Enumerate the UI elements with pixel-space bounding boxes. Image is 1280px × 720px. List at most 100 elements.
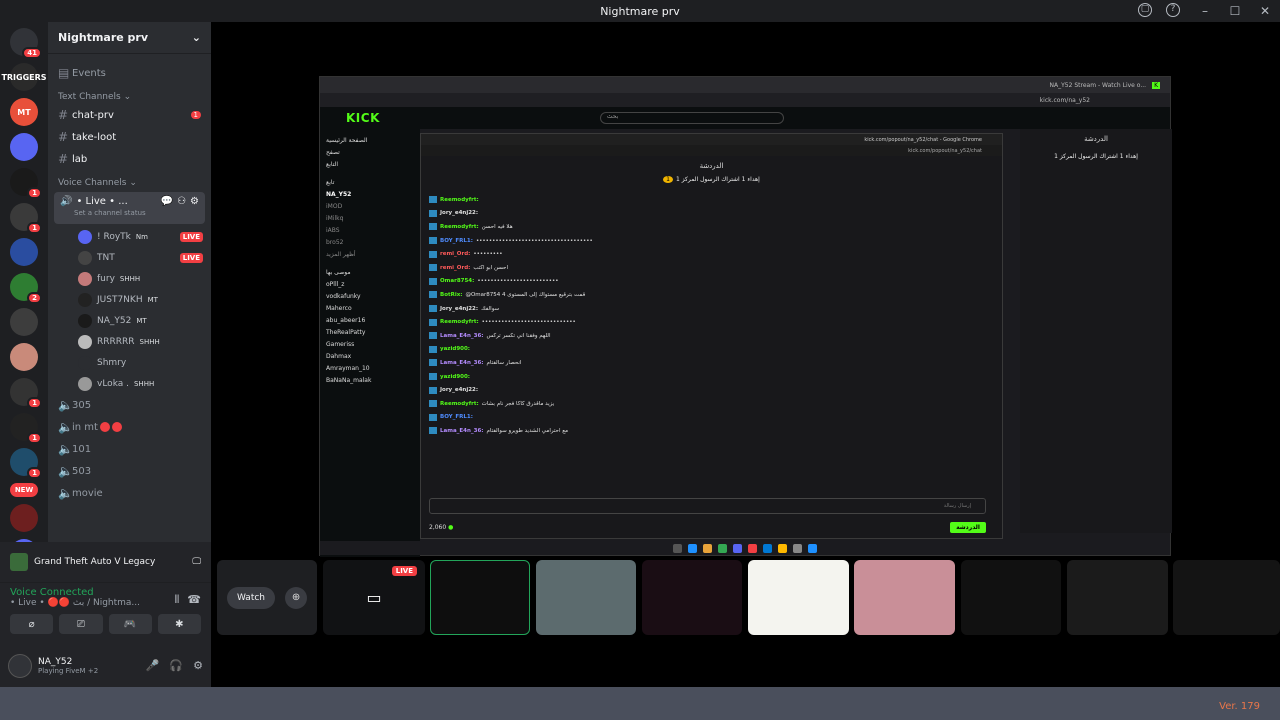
text-channel-lab[interactable]: # lab xyxy=(48,148,211,170)
voice-channel[interactable]: 🔈 movie xyxy=(48,482,211,504)
voice-member[interactable]: JUST7NKH MT xyxy=(48,289,211,310)
voice-member[interactable]: fury SHHH xyxy=(48,268,211,289)
chat-popup-window: kick.com/popout/na_y52/chat - Google Chr… xyxy=(420,133,1003,539)
maximize-button[interactable]: ☐ xyxy=(1220,0,1250,22)
home-discord-icon[interactable]: 41 xyxy=(10,28,42,59)
kick-sidebar-item: iABS xyxy=(326,227,340,234)
voice-member[interactable]: Shmry xyxy=(48,352,211,373)
server-8[interactable] xyxy=(10,308,38,336)
stream-stage[interactable]: NA_Y52 Stream - Watch Live o... K kick.c… xyxy=(211,22,1280,558)
live-badge: LIVE xyxy=(179,252,203,263)
waveform-icon[interactable]: ⦀ xyxy=(174,593,179,608)
voice-status[interactable]: Voice Connected xyxy=(10,587,140,598)
username: NA_Y52 xyxy=(38,656,73,667)
gta-icon xyxy=(10,553,28,571)
channel-name: 305 xyxy=(72,399,92,411)
stream-tile[interactable]: ▭ LIVE xyxy=(323,560,425,635)
server-10[interactable]: 1 xyxy=(10,378,42,409)
chat-bubble-icon[interactable]: 💬 xyxy=(161,196,173,207)
voice-channel[interactable]: 🔈 305 xyxy=(48,394,211,416)
chat-username: remi_Ord: xyxy=(440,264,471,271)
participant-tile[interactable] xyxy=(748,560,849,635)
triggers-server[interactable]: TRIGGERS xyxy=(1,63,47,91)
voice-channel[interactable]: 🔈 101 xyxy=(48,438,211,460)
add-member-icon[interactable]: ⚇ xyxy=(177,196,186,207)
mention-badge: 41 xyxy=(22,47,42,59)
server-mt[interactable]: MT xyxy=(10,98,38,126)
voice-channel[interactable]: 🔈 503 xyxy=(48,460,211,482)
settings-gear-icon[interactable]: ⚙ xyxy=(193,659,203,672)
member-tag: MT xyxy=(147,295,158,304)
speaker-icon: 🔈 xyxy=(58,420,73,434)
chat-text: مع احترامي الشديد طويرو سوالفتام xyxy=(486,427,569,434)
avatar xyxy=(78,334,92,349)
chat-text: انحصار سالفتام xyxy=(486,359,522,366)
camera-off-button[interactable]: ⌀ xyxy=(10,614,54,634)
soundboard-button[interactable]: ✱ xyxy=(157,614,201,634)
server-blue[interactable] xyxy=(10,133,38,161)
server-6[interactable] xyxy=(10,238,38,266)
server-9[interactable] xyxy=(10,343,38,371)
voice-channel[interactable]: • Live • 🔴🔴 بث / Nightma... xyxy=(10,598,140,608)
participant-tile[interactable] xyxy=(1067,560,1168,635)
server-header[interactable]: Nightmare prv ⌄ xyxy=(48,22,211,54)
chat-send-button: الدردشة xyxy=(950,521,986,533)
pinned-text: إهداء 1 اشتراك الرسول المركز 1 xyxy=(675,176,760,183)
mic-icon[interactable]: 🎤 xyxy=(146,659,160,672)
text-channels-category[interactable]: Text Channels ⌄ xyxy=(48,84,211,104)
controller-icon[interactable]: 🖵 xyxy=(192,557,201,567)
server-12[interactable]: 1 xyxy=(10,448,42,479)
inbox-icon[interactable]: ▢ xyxy=(1138,3,1152,17)
chat-text: اللهم وفقنا اني تكسر تركس xyxy=(486,332,551,339)
participant-tile[interactable] xyxy=(1173,560,1280,635)
chat-message: Reemodyfrt: يزيد ماقدرق كاكا فجر نام بشات xyxy=(429,397,994,411)
kick-sidebar-item: التابع xyxy=(326,161,338,168)
activities-button[interactable]: 🎮 xyxy=(108,614,152,634)
server-11[interactable]: 1 xyxy=(10,413,42,444)
events-item[interactable]: ▤ Events xyxy=(48,62,211,84)
voice-member[interactable]: vLoka . SHHH xyxy=(48,373,211,394)
red-circle-icon xyxy=(99,422,110,432)
chat-username: Reemodyfrt: xyxy=(440,319,479,326)
channel-sidebar: Nightmare prv ⌄ ▤ Events Text Channels ⌄… xyxy=(48,22,211,542)
voice-channels-category[interactable]: Voice Channels ⌄ xyxy=(48,170,211,190)
minimize-button[interactable]: – xyxy=(1190,0,1220,22)
channel-status[interactable]: Set a channel status xyxy=(74,209,199,217)
headphones-icon[interactable]: 🎧 xyxy=(169,659,183,672)
voice-member[interactable]: TNT LIVE xyxy=(48,247,211,268)
kick-sidebar-item: iMOD xyxy=(326,203,343,210)
text-channel-take-loot[interactable]: # take-loot xyxy=(48,126,211,148)
gear-icon[interactable]: ⚙ xyxy=(190,196,199,207)
voice-channel[interactable]: 🔈 in mt xyxy=(48,416,211,438)
channel-name: 503 xyxy=(72,465,92,477)
server-13[interactable] xyxy=(10,504,38,532)
text-channel-chat-prv[interactable]: # chat-prv 1 xyxy=(48,104,211,126)
participant-tile[interactable] xyxy=(961,560,1061,635)
voice-member[interactable]: RRRRRR SHHH xyxy=(48,331,211,352)
chat-message: Reemodyfrt: xyxy=(429,193,994,207)
server-4[interactable]: 1 xyxy=(10,168,42,199)
chat-text: سوالفك xyxy=(481,305,500,312)
close-button[interactable]: ✕ xyxy=(1250,0,1280,22)
chat-username: yazid900: xyxy=(440,373,471,380)
disconnect-icon[interactable]: ☎ xyxy=(187,593,201,608)
voice-member[interactable]: NA_Y52 MT xyxy=(48,310,211,331)
member-name: NA_Y52 xyxy=(97,315,132,326)
server-7[interactable]: 2 xyxy=(10,273,42,304)
red-circle-icon xyxy=(111,422,122,432)
pop-out-icon[interactable]: ⊕ xyxy=(285,586,308,609)
participant-tile[interactable] xyxy=(642,560,742,635)
participant-tile[interactable] xyxy=(430,560,530,635)
participant-tile[interactable] xyxy=(854,560,955,635)
server-5[interactable]: 1 xyxy=(10,203,42,234)
participant-tile[interactable] xyxy=(536,560,636,635)
avatar[interactable] xyxy=(8,653,32,678)
voice-member[interactable]: ! RoyTk Nm LIVE xyxy=(48,226,211,247)
chat-username: Lama_E4n_36: xyxy=(440,332,484,339)
watch-button[interactable]: Watch xyxy=(226,586,276,609)
screen-share-button[interactable]: ⎚ xyxy=(59,614,103,634)
game-name: Grand Theft Auto V Legacy xyxy=(34,557,156,567)
help-icon[interactable]: ? xyxy=(1166,3,1180,17)
voice-channel-live[interactable]: 🔊 • Live • ... 💬 ⚇ ⚙ Set a channel statu… xyxy=(54,192,205,224)
member-name: RRRRRR xyxy=(97,336,135,347)
